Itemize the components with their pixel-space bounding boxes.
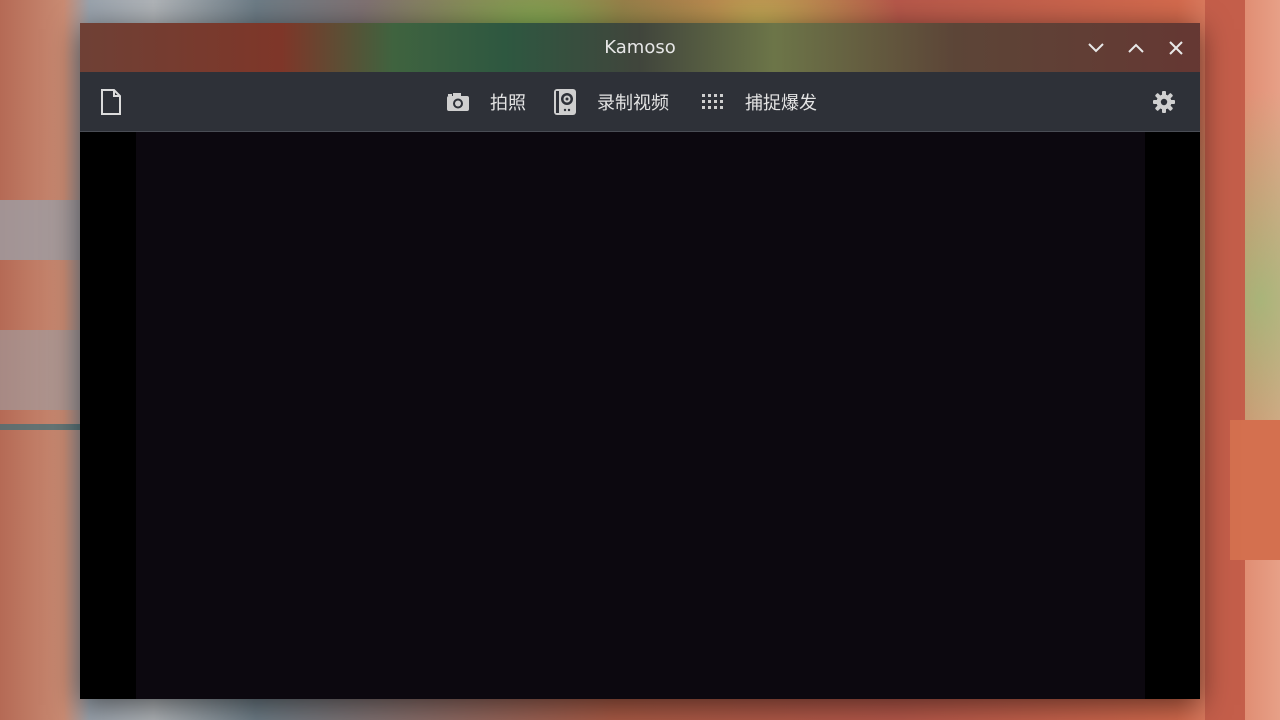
camera-viewfinder <box>80 132 1200 699</box>
camera-icon <box>447 92 469 111</box>
wallpaper-stone <box>0 200 80 260</box>
open-files-button[interactable] <box>98 72 124 131</box>
record-video-label: 录制视频 <box>597 92 669 114</box>
chevron-down-icon <box>1088 43 1104 53</box>
title-bar[interactable]: Kamoso <box>80 23 1200 72</box>
video-camera-icon <box>554 88 576 115</box>
capture-burst-button[interactable]: 捕捉爆发 <box>701 72 817 131</box>
record-video-button[interactable]: 录制视频 <box>553 72 669 131</box>
settings-button[interactable] <box>1152 72 1176 131</box>
close-icon <box>1169 41 1183 55</box>
wallpaper-band <box>0 424 80 430</box>
wallpaper-beam <box>1230 420 1280 560</box>
minimize-button[interactable] <box>1083 35 1109 61</box>
gear-icon <box>1153 90 1175 113</box>
wallpaper-pillar <box>1205 0 1245 720</box>
wallpaper-stone <box>0 330 80 410</box>
capture-burst-label: 捕捉爆发 <box>745 92 817 114</box>
take-photo-label: 拍照 <box>490 92 526 114</box>
desktop-wallpaper: Kamoso 拍照 录制视频 捕捉爆发 <box>0 0 1280 720</box>
camera-preview[interactable] <box>136 132 1145 699</box>
maximize-button[interactable] <box>1123 35 1149 61</box>
window-title: Kamoso <box>604 37 676 58</box>
close-button[interactable] <box>1163 35 1189 61</box>
document-icon <box>101 88 121 115</box>
toolbar: 拍照 录制视频 捕捉爆发 <box>80 72 1200 132</box>
kamoso-window: Kamoso 拍照 录制视频 捕捉爆发 <box>80 23 1200 699</box>
chevron-up-icon <box>1128 43 1144 53</box>
take-photo-button[interactable]: 拍照 <box>446 72 526 131</box>
grid-dots-icon <box>702 93 723 109</box>
